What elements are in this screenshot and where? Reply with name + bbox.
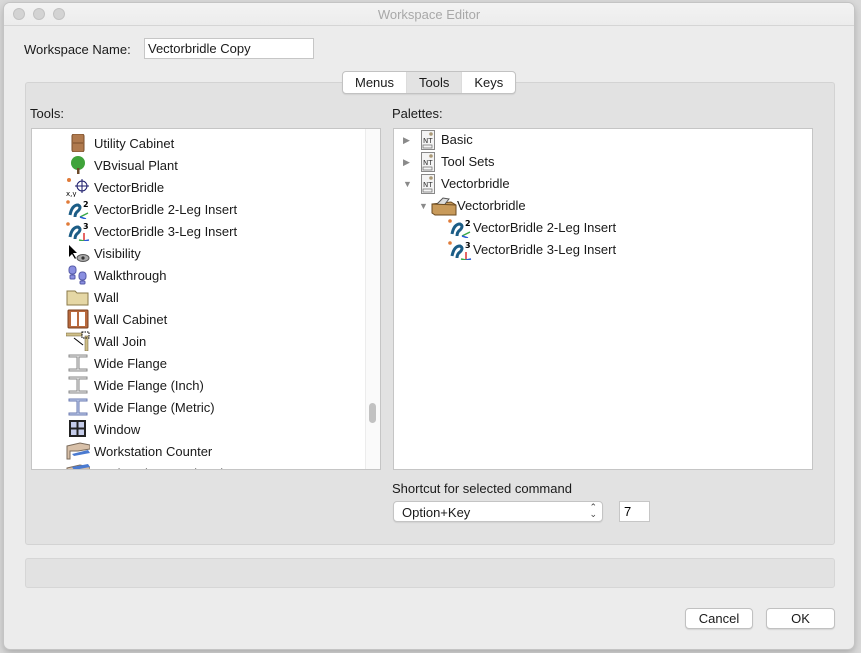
workstation-counter-icon	[66, 440, 90, 462]
title-bar: Workspace Editor	[4, 3, 854, 26]
tree-item[interactable]: 3 VectorBridle 3-Leg Insert	[394, 239, 812, 261]
tree-item[interactable]: ▼ NT Vectorbridle	[394, 173, 812, 195]
vectorbridle-3leg-icon: 3	[448, 240, 472, 260]
tree-item[interactable]: ▼ Vectorbridle	[394, 195, 812, 217]
vectorbridle-icon: x,y	[66, 176, 90, 198]
svg-text:2: 2	[83, 200, 89, 209]
palettes-label: Palettes:	[392, 106, 443, 121]
workstation-overhead-icon	[66, 462, 90, 469]
tab-bar: Menus Tools Keys	[342, 71, 517, 94]
tree-item[interactable]: 2 VectorBridle 2-Leg Insert	[394, 217, 812, 239]
tools-scrollbar-thumb[interactable]	[369, 403, 376, 423]
wide-flange-icon	[66, 352, 90, 374]
vectorbridle-2leg-icon: 2	[66, 198, 90, 220]
tree-item[interactable]: ▶ NT Basic	[394, 129, 812, 151]
svg-text:NT: NT	[423, 137, 433, 145]
svg-text:3: 3	[465, 241, 471, 250]
wall-join-icon	[66, 330, 90, 352]
updown-chevron-icon: ⌃ ⌄	[589, 502, 597, 519]
tools-scrollbar[interactable]	[365, 129, 380, 469]
visibility-icon	[66, 242, 90, 264]
vectorbridle-2leg-icon: 2	[448, 218, 472, 238]
svg-text:NT: NT	[423, 159, 433, 167]
svg-text:3: 3	[83, 222, 89, 231]
plant-icon	[66, 154, 90, 176]
disclosure-down-icon[interactable]: ▼	[403, 179, 413, 189]
tools-label: Tools:	[30, 106, 64, 121]
palettes-tree[interactable]: ▶ NT Basic ▶ NT Tool Sets ▼ NT Vectorbri…	[393, 128, 813, 470]
shortcut-modifier-select[interactable]: Option+Key ⌃ ⌄	[393, 501, 603, 522]
tab-keys[interactable]: Keys	[461, 72, 515, 93]
shortcut-label: Shortcut for selected command	[392, 481, 572, 496]
disclosure-right-icon[interactable]: ▶	[403, 157, 413, 167]
svg-text:NT: NT	[423, 181, 433, 189]
toolbox-icon	[431, 196, 457, 216]
tree-item[interactable]: ▶ NT Tool Sets	[394, 151, 812, 173]
window-title: Workspace Editor	[377, 7, 481, 22]
walkthrough-icon	[66, 264, 90, 286]
wide-flange-icon	[66, 374, 90, 396]
workspace-name-label: Workspace Name:	[24, 42, 131, 57]
cabinet-icon	[66, 132, 90, 154]
disclosure-right-icon[interactable]: ▶	[403, 135, 413, 145]
ok-button[interactable]: OK	[766, 608, 835, 629]
tools-list[interactable]: Utility Cabinet VBvisual Plant x,y Vecto…	[31, 128, 381, 470]
palette-icon: NT	[418, 130, 438, 150]
workspace-name-input[interactable]	[144, 38, 314, 59]
cancel-button[interactable]: Cancel	[685, 608, 753, 629]
svg-text:2: 2	[465, 219, 471, 228]
status-area	[25, 558, 835, 588]
disclosure-down-icon[interactable]: ▼	[419, 201, 429, 211]
shortcut-modifier-value: Option+Key	[402, 505, 471, 520]
window-icon	[66, 418, 90, 440]
tab-tools[interactable]: Tools	[406, 72, 462, 93]
wide-flange-metric-icon	[66, 396, 90, 418]
shortcut-key-input[interactable]	[619, 501, 650, 522]
svg-text:x,y: x,y	[66, 190, 77, 197]
wall-icon	[66, 286, 90, 308]
tab-menus[interactable]: Menus	[343, 72, 406, 93]
wall-cabinet-icon	[66, 308, 90, 330]
palette-icon: NT	[418, 174, 438, 194]
workspace-editor-window: Workspace Editor Workspace Name: Menus T…	[4, 3, 854, 649]
palette-icon: NT	[418, 152, 438, 172]
vectorbridle-3leg-icon: 3	[66, 220, 90, 242]
